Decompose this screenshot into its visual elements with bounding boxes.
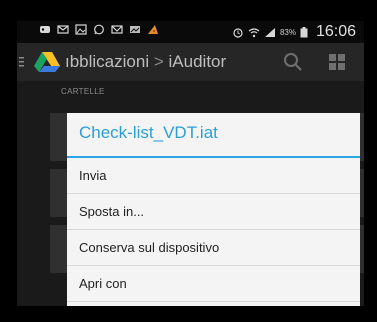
phone-screen: 83% 16:06 ıbblicazioni > iAuditor CARTEL… [17, 21, 364, 306]
breadcrumb-current: iAuditor [168, 52, 227, 71]
menu-item-keep-on-device[interactable]: Conserva sul dispositivo [67, 230, 360, 266]
battery-icon [300, 26, 312, 38]
breadcrumb-parent[interactable]: ıbblicazioni [65, 52, 149, 71]
mail-icon [57, 24, 69, 35]
breadcrumb-separator: > [153, 52, 164, 71]
notification-icons [39, 24, 159, 35]
menu-item-open-with[interactable]: Apri con [67, 266, 360, 302]
dialog-action-list: Invia Sposta in... Conserva sul disposit… [67, 158, 360, 302]
image-icon [75, 24, 87, 35]
file-actions-dialog: Check-list_VDT.iat Invia Sposta in... Co… [67, 113, 360, 306]
gmail-icon [111, 24, 123, 35]
wifi-icon [248, 27, 260, 38]
menu-icon[interactable] [19, 55, 25, 69]
search-icon[interactable] [283, 52, 303, 72]
menu-item-send[interactable]: Invia [67, 158, 360, 194]
status-bar: 83% 16:06 [17, 21, 364, 43]
app-bar: ıbblicazioni > iAuditor [17, 43, 364, 81]
status-clock: 16:06 [315, 23, 356, 40]
pizza-icon [147, 24, 159, 35]
gallery-icon [129, 24, 141, 35]
drive-icon[interactable] [33, 51, 61, 73]
grid-icon[interactable] [329, 54, 345, 70]
battery-percentage: 83% [279, 27, 296, 37]
signal-icon [264, 27, 276, 38]
dialog-title: Check-list_VDT.iat [67, 113, 360, 158]
alarm-icon [232, 27, 244, 38]
menu-item-move-to[interactable]: Sposta in... [67, 194, 360, 230]
breadcrumb: ıbblicazioni > iAuditor [65, 52, 226, 72]
whatsapp-icon [93, 24, 105, 35]
section-label-folders: CARTELLE [61, 87, 105, 96]
status-indicators: 83% 16:06 [232, 23, 356, 41]
notification-icon [39, 24, 51, 35]
